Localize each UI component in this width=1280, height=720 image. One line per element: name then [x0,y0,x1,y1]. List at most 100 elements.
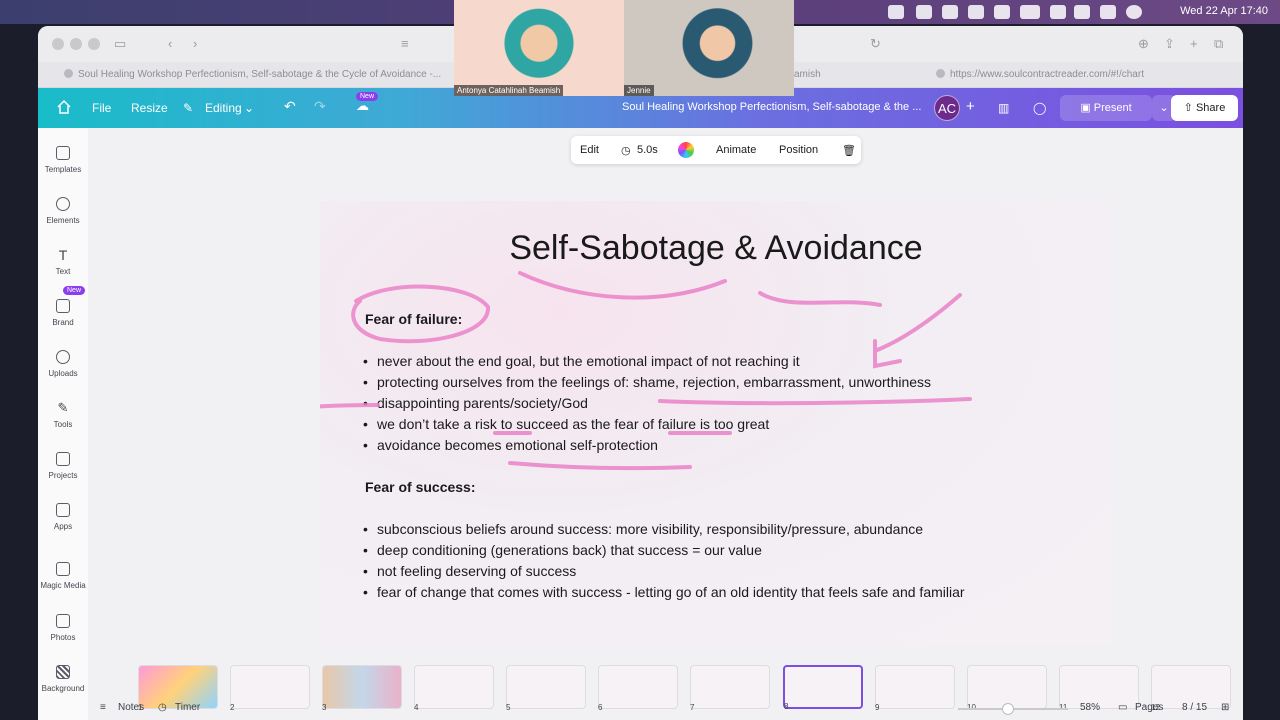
editor-footer: ≡ Notes ◷ Timer 58% ▭ Pages 8 / 15 ⊞ [88,698,1243,720]
zoom-window-button[interactable] [88,38,100,50]
failure-circle-stroke [351,284,491,344]
favicon-icon [64,69,73,78]
sidebar-item-tools[interactable]: ✎ Tools [38,401,88,430]
arrow-stroke [873,293,962,353]
control-center-icon[interactable] [1100,5,1116,19]
undo-icon[interactable]: ↶ [284,98,296,115]
editing-mode-dropdown[interactable]: Editing [205,101,242,115]
apps-icon [56,503,70,517]
analytics-icon[interactable]: ▥ [998,101,1009,115]
templates-icon [56,146,70,160]
display-icon[interactable] [994,5,1010,19]
battery-icon[interactable] [1020,5,1040,19]
sidebar-item-projects[interactable]: Projects [38,452,88,480]
sidebar-item-templates[interactable]: Templates [38,146,88,174]
tab-overview-icon[interactable]: ⧉ [1214,36,1223,52]
document-title[interactable]: Soul Healing Workshop Perfectionism, Sel… [622,101,921,113]
redo-icon[interactable]: ↷ [314,98,326,115]
tab-workshop[interactable]: Soul Healing Workshop Perfectionism, Sel… [64,69,441,80]
grid-view-icon[interactable]: ⊞ [1221,702,1229,713]
self-protection-underline-stroke [508,461,692,471]
share-sheet-icon[interactable]: ⇪ [1164,36,1175,52]
tab-soulcontract[interactable]: https://www.soulcontractreader.com/#!/ch… [936,69,1144,80]
tab-beamish[interactable]: amish [794,69,821,80]
forward-icon[interactable]: › [193,36,197,51]
animate-button[interactable]: Animate [716,144,756,156]
elements-icon [56,197,70,211]
avatar[interactable]: AC [934,95,960,121]
scribble-word-stroke [758,291,882,307]
home-icon[interactable] [56,99,72,115]
sidebar-item-background[interactable]: Background [38,665,88,693]
color-wheel-icon[interactable] [678,142,694,158]
resize-button[interactable]: Resize [131,101,168,115]
duration-button[interactable]: 5.0s [637,144,658,156]
page-counter: 8 / 15 [1182,702,1208,713]
search-icon[interactable] [1074,5,1090,19]
menu-clock: Wed 22 Apr 17:40 [1180,5,1268,17]
favicon-icon [936,69,945,78]
trash-icon[interactable]: 🗑 [842,144,856,157]
file-menu[interactable]: File [92,101,111,115]
minimize-window-button[interactable] [70,38,82,50]
text-icon: T [58,247,68,263]
dollar-icon[interactable] [942,5,958,19]
edit-button[interactable]: Edit [580,144,599,156]
new-badge: New [356,92,379,101]
sidebar-item-text[interactable]: T Text [38,248,88,276]
notes-button[interactable]: Notes [118,702,144,713]
zoom-slider-knob[interactable] [1001,703,1014,715]
wifi-icon[interactable] [1050,5,1066,19]
add-collaborator-icon[interactable]: + [966,98,975,115]
element-toolbar: Edit ◷ 5.0s Animate Position 🗑 [571,136,861,164]
reload-icon[interactable]: ↻ [870,36,881,52]
slide-page-8[interactable]: Self-Sabotage & Avoidance Fear of failur… [320,201,1112,645]
pen-annotations [320,271,972,471]
video-tile-2[interactable]: Jennie [624,0,794,96]
sidebar-item-elements[interactable]: Elements [38,197,88,225]
sidebar-item-uploads[interactable]: Uploads [38,350,88,378]
sidebar-item-magic-media[interactable]: Magic Media [38,562,88,590]
brand-new-badge: New [63,286,86,295]
siri-icon[interactable] [1126,5,1142,19]
new-tab-icon[interactable]: + [1190,36,1198,51]
sidebar-toggle-icon[interactable]: ▭ [114,36,126,52]
ring-icon[interactable] [916,5,932,19]
magic-media-icon [56,562,70,576]
participant-name: Jennie [624,85,654,96]
b-icon[interactable] [968,5,984,19]
participant-name: Antonya Catahlinah Beamish [454,85,564,96]
position-button[interactable]: Position [779,144,818,156]
browser-window: ▭ ‹ › ≡ ↻ ⊕ ⇪ + ⧉ Soul Healing Workshop … [38,26,1243,720]
screen-icon[interactable] [888,5,904,19]
reader-icon[interactable]: ≡ [401,36,409,51]
upload-icon: ⇧ [1183,102,1196,114]
pages-icon[interactable]: ▭ [1118,702,1127,713]
pages-button[interactable]: Pages [1135,702,1163,713]
comment-icon[interactable]: ◯ [1033,101,1046,115]
sidebar-item-brand[interactable]: New Brand [38,286,88,327]
sidebar-item-apps[interactable]: Apps [38,503,88,531]
sidebar-item-photos[interactable]: Photos [38,614,88,642]
chevron-down-icon[interactable]: ⌄ [244,101,254,115]
video-tile-1[interactable]: Antonya Catahlinah Beamish [454,0,624,96]
share-button[interactable]: ⇧ Share [1171,95,1238,121]
timer-icon[interactable]: ◷ [158,702,167,713]
margin-dash-stroke [320,403,380,409]
zoom-level[interactable]: 58% [1080,702,1100,713]
present-button[interactable]: ▣ Present [1060,95,1152,121]
back-icon[interactable]: ‹ [168,36,172,51]
photo-icon [56,614,70,628]
brand-icon [56,299,70,313]
upload-cloud-icon [56,350,70,364]
close-window-button[interactable] [52,38,64,50]
shame-underline-stroke [658,397,972,406]
clock-icon[interactable]: ◷ [621,144,631,157]
timer-button[interactable]: Timer [175,702,200,713]
editor-canvas: Edit ◷ 5.0s Animate Position 🗑 Self-Sabo… [88,128,1243,720]
left-sidebar: Templates Elements T Text New Brand Upload… [38,128,88,720]
download-icon[interactable]: ⊕ [1138,36,1149,52]
notes-icon[interactable]: ≡ [100,702,106,713]
folder-icon [56,452,70,466]
zoom-slider[interactable] [958,703,1068,715]
